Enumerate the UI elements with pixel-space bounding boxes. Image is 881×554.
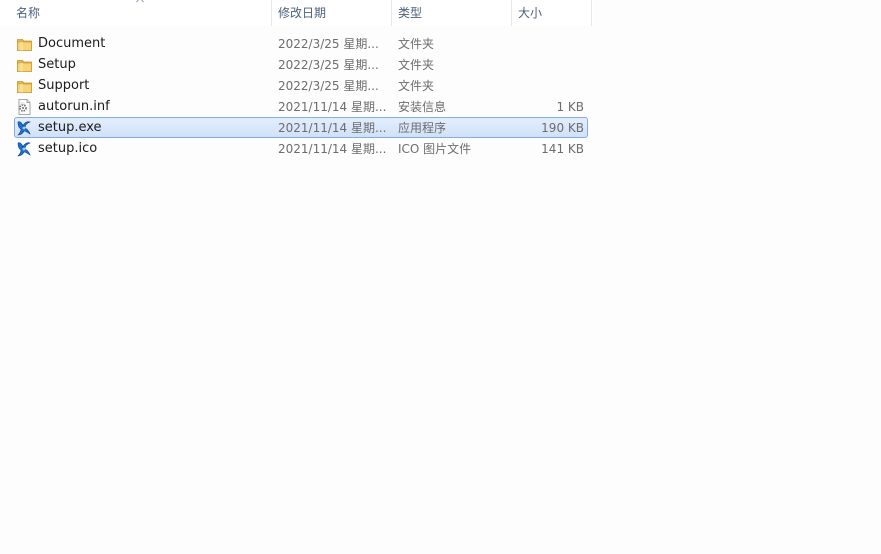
file-row-document[interactable]: Document 2022/3/25 星期... 文件夹	[0, 33, 600, 54]
folder-icon	[16, 36, 33, 52]
file-name-cell: autorun.inf	[0, 98, 272, 115]
file-row-autorun[interactable]: autorun.inf 2021/11/14 星期... 安装信息 1 KB	[0, 96, 600, 117]
file-name: Document	[38, 36, 106, 51]
file-name: autorun.inf	[38, 99, 110, 114]
file-date: 2022/3/25 星期...	[278, 58, 379, 72]
file-size: 1 KB	[556, 99, 584, 114]
column-header-type-label: 类型	[398, 6, 423, 20]
column-header-bar: 名称 修改日期 类型 大小	[0, 0, 593, 26]
folder-icon	[16, 78, 33, 94]
file-row-setup-ico[interactable]: setup.ico 2021/11/14 星期... ICO 图片文件 141 …	[0, 138, 600, 159]
file-type: 文件夹	[398, 58, 435, 72]
file-row-setup-exe[interactable]: setup.exe 2021/11/14 星期... 应用程序 190 KB	[0, 117, 600, 138]
file-explorer: 名称 修改日期 类型 大小 Document 2022/3/25 星期... 文…	[0, 0, 881, 554]
file-size: 190 KB	[541, 120, 584, 135]
file-date: 2022/3/25 星期...	[278, 37, 379, 51]
file-type: 应用程序	[398, 121, 447, 135]
file-name: Setup	[38, 57, 76, 72]
column-header-date-label: 修改日期	[278, 6, 327, 20]
file-name: setup.exe	[38, 120, 102, 135]
file-row-setup-folder[interactable]: Setup 2022/3/25 星期... 文件夹	[0, 54, 600, 75]
file-date: 2021/11/14 星期...	[278, 100, 387, 114]
file-type: ICO 图片文件	[398, 142, 472, 156]
file-name: Support	[38, 78, 90, 93]
column-header-name-label: 名称	[16, 6, 41, 20]
column-header-type[interactable]: 类型	[392, 0, 512, 26]
file-name-cell: setup.ico	[0, 141, 272, 157]
sort-ascending-icon	[136, 0, 144, 3]
file-type: 文件夹	[398, 37, 435, 51]
folder-icon	[16, 57, 33, 73]
column-header-name[interactable]: 名称	[0, 0, 272, 26]
file-list: Document 2022/3/25 星期... 文件夹 Setup 2022/…	[0, 33, 600, 159]
file-type: 文件夹	[398, 79, 435, 93]
file-date: 2022/3/25 星期...	[278, 79, 379, 93]
file-name-cell: Setup	[0, 57, 272, 73]
file-type: 安装信息	[398, 100, 447, 114]
file-name-cell: Support	[0, 78, 272, 94]
file-name: setup.ico	[38, 141, 98, 156]
setup-app-icon	[16, 141, 33, 157]
file-name-cell: setup.exe	[0, 120, 272, 136]
file-date: 2021/11/14 星期...	[278, 121, 387, 135]
column-header-size-label: 大小	[518, 6, 543, 20]
file-size: 141 KB	[541, 141, 584, 156]
file-row-support[interactable]: Support 2022/3/25 星期... 文件夹	[0, 75, 600, 96]
column-header-date[interactable]: 修改日期	[272, 0, 392, 26]
settings-file-icon	[16, 98, 33, 115]
file-date: 2021/11/14 星期...	[278, 142, 387, 156]
setup-app-icon	[16, 120, 33, 136]
column-header-size[interactable]: 大小	[512, 0, 592, 26]
file-name-cell: Document	[0, 36, 272, 52]
